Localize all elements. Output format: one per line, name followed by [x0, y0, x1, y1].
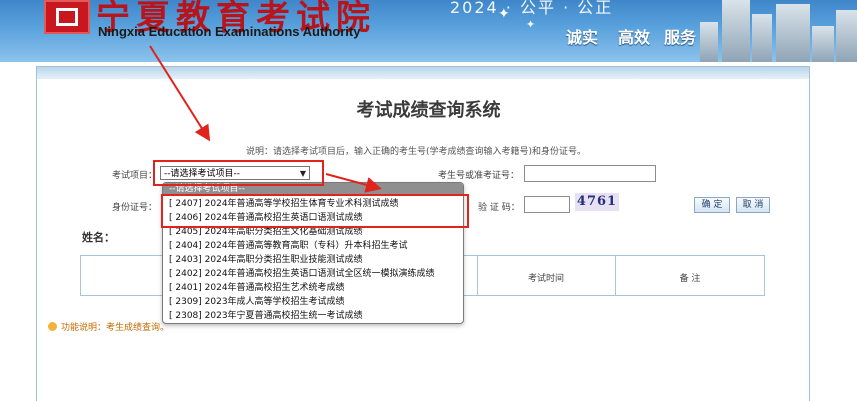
annotation-arrow-right [325, 173, 382, 193]
annotation-arrows [149, 45, 382, 193]
annotation-arrow-down [149, 45, 211, 142]
